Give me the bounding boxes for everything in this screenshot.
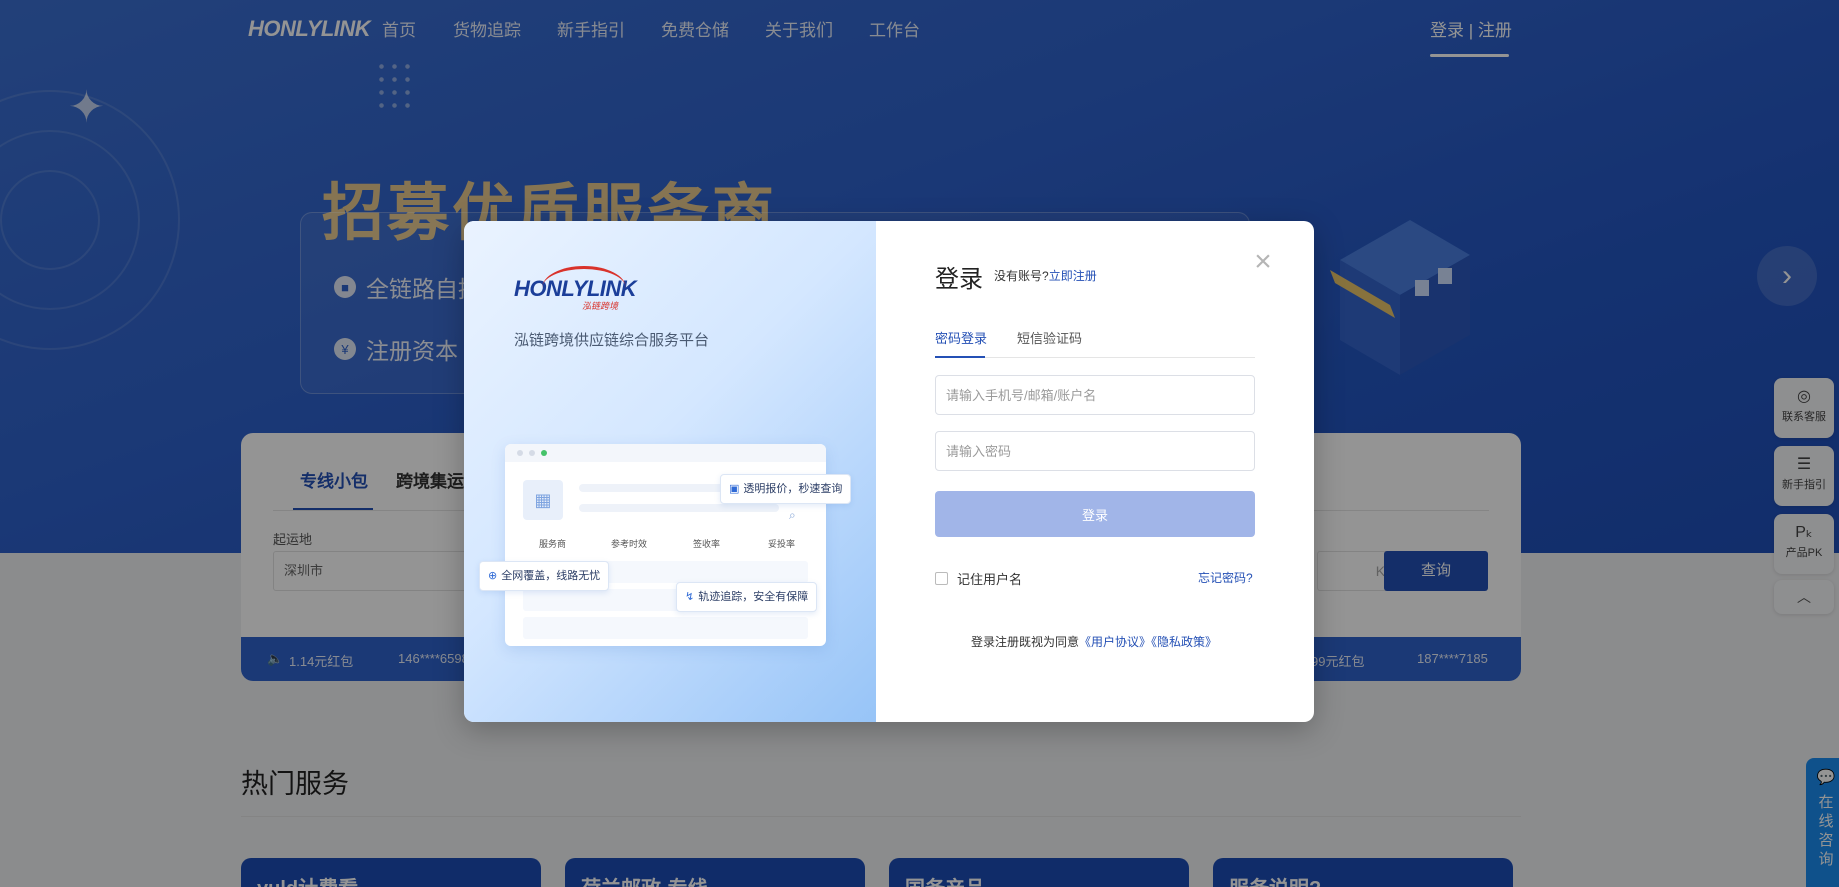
feature-chip: ↯ 轨迹追踪，安全有保障 xyxy=(676,582,818,612)
remember-username[interactable]: 记住用户名 xyxy=(935,569,1022,588)
register-now-link[interactable]: 立即注册 xyxy=(1049,269,1097,283)
mock-row xyxy=(523,617,808,639)
login-title: 登录 xyxy=(935,266,983,293)
username-input[interactable] xyxy=(935,375,1255,415)
mock-line xyxy=(579,504,779,512)
tab-sms-login[interactable]: 短信验证码 xyxy=(1017,328,1082,347)
mock-stat-label: 妥投率 xyxy=(768,539,796,549)
feature-chip-label: 透明报价，秒速查询 xyxy=(743,483,843,495)
remember-label: 记住用户名 xyxy=(957,572,1023,587)
privacy-policy-link[interactable]: 《隐私政策》 xyxy=(1151,635,1217,649)
agreement-text: 登录注册既视为同意《用户协议》《隐私政策》 xyxy=(971,633,1217,650)
route-icon: ↯ xyxy=(685,591,695,603)
brand-tagline: 泓链跨境供应链综合服务平台 xyxy=(514,332,710,349)
package-icon: ▦ xyxy=(523,480,563,520)
quote-icon: ▣ xyxy=(729,483,740,495)
feature-chip-label: 全网覆盖，线路无忧 xyxy=(501,570,601,582)
brand-subtitle: 泓链跨境 xyxy=(582,301,619,311)
mock-line xyxy=(579,484,729,492)
no-account-label: 没有账号? xyxy=(994,269,1049,283)
feature-chip-label: 轨迹追踪，安全有保障 xyxy=(698,591,809,603)
globe-icon: ⊕ xyxy=(488,570,498,582)
mock-stat-label: 参考时效 xyxy=(611,539,648,549)
password-input[interactable] xyxy=(935,431,1255,471)
user-agreement-link[interactable]: 《用户协议》 xyxy=(1079,635,1151,649)
login-modal: HONLYLINK 泓链跨境 泓链跨境供应链综合服务平台 ▦ ⌕ 服务商 参考时… xyxy=(464,221,1314,722)
mock-window-bar xyxy=(505,444,826,462)
active-tab-indicator xyxy=(935,356,985,358)
remember-checkbox[interactable] xyxy=(935,572,948,585)
mock-stat-label: 服务商 xyxy=(539,539,567,549)
modal-brand-panel: HONLYLINK 泓链跨境 泓链跨境供应链综合服务平台 ▦ ⌕ 服务商 参考时… xyxy=(464,221,876,722)
feature-chip: ▣ 透明报价，秒速查询 xyxy=(720,474,852,504)
no-account-text: 没有账号?立即注册 xyxy=(994,267,1097,284)
agreement-prefix: 登录注册既视为同意 xyxy=(971,635,1080,649)
login-button[interactable]: 登录 xyxy=(935,491,1255,537)
close-icon[interactable]: × xyxy=(1251,247,1275,277)
tab-password-login[interactable]: 密码登录 xyxy=(935,328,987,347)
feature-chip: ⊕ 全网覆盖，线路无忧 xyxy=(479,561,610,591)
forgot-password-link[interactable]: 忘记密码? xyxy=(1198,569,1253,586)
mock-stat-label: 签收率 xyxy=(693,539,721,549)
search-icon: ⌕ xyxy=(789,508,796,522)
